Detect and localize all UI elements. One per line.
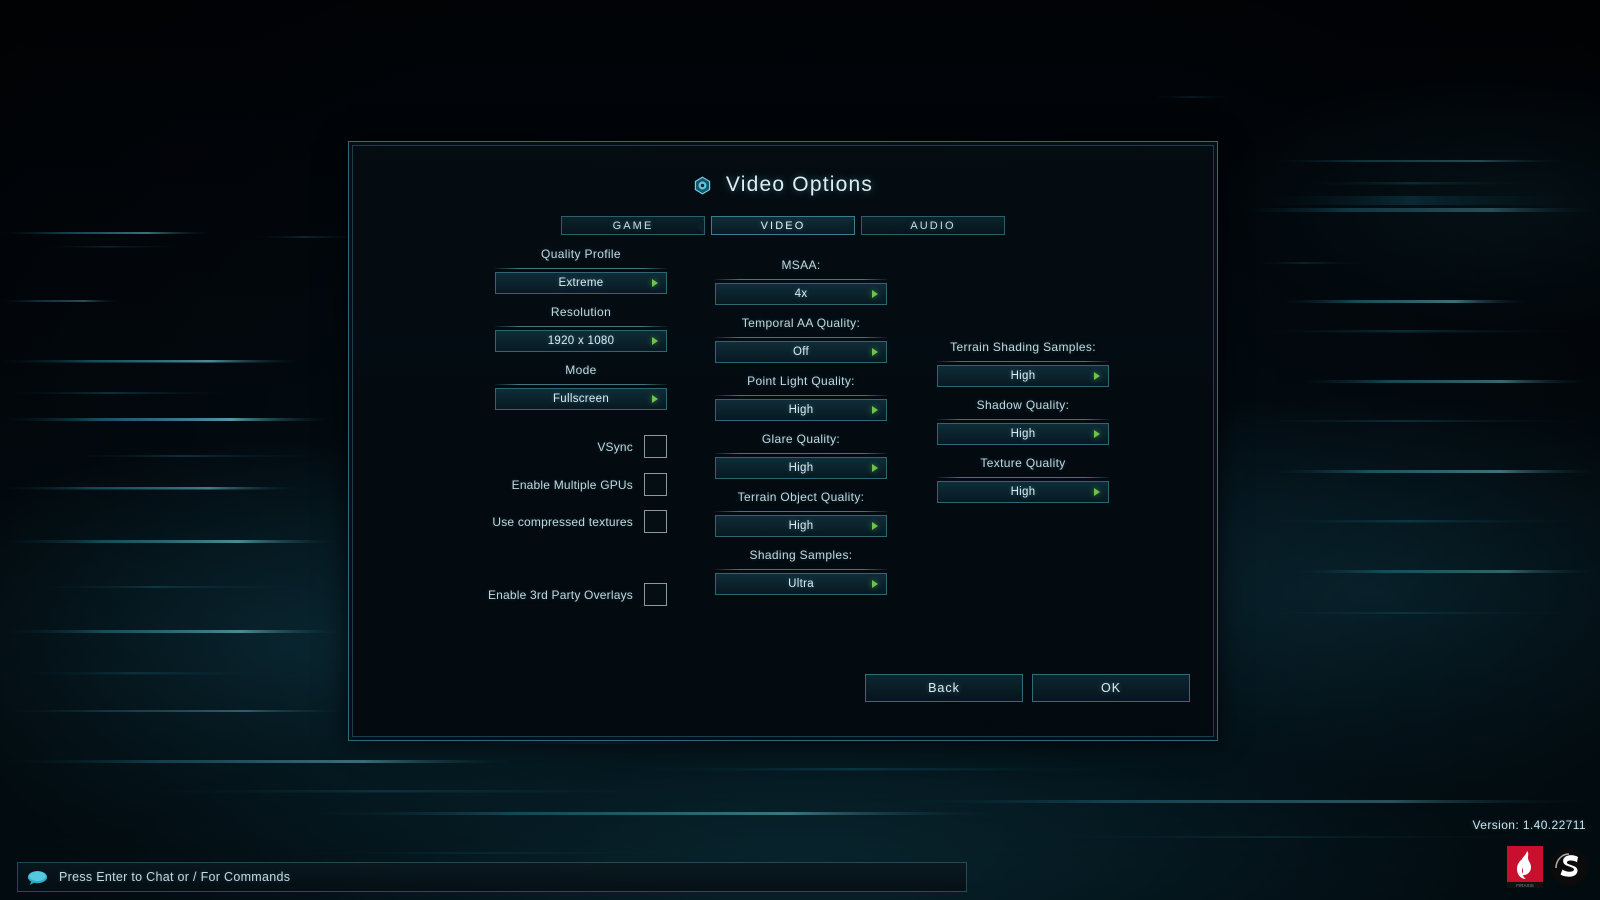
version-text: Version: 1.40.22711	[1472, 818, 1586, 832]
divider	[937, 419, 1109, 420]
texture-quality-label: Texture Quality	[980, 456, 1066, 470]
vsync-row: VSync	[495, 435, 667, 458]
tab-audio[interactable]: AUDIO	[861, 216, 1005, 235]
tab-game-label: GAME	[612, 219, 654, 232]
mode-dropdown[interactable]: Fullscreen	[495, 388, 667, 410]
dialog-footer: Back OK	[865, 674, 1190, 702]
multi-gpu-checkbox[interactable]	[644, 473, 667, 496]
multi-gpu-row: Enable Multiple GPUs	[495, 473, 667, 496]
right-settings-column: Terrain Shading Samples: High Shadow Qua…	[937, 340, 1109, 514]
divider	[715, 569, 887, 570]
chevron-right-icon	[872, 580, 878, 588]
resolution-value: 1920 x 1080	[547, 335, 615, 347]
stardock-s-logo	[1550, 848, 1588, 886]
msaa-label: MSAA:	[781, 258, 821, 272]
quality-profile-label: Quality Profile	[541, 247, 621, 261]
chevron-right-icon	[652, 279, 658, 287]
mode-label: Mode	[565, 363, 597, 377]
shadow-quality-dropdown[interactable]: High	[937, 423, 1109, 445]
ok-button-label: OK	[1100, 681, 1122, 695]
chevron-right-icon	[872, 290, 878, 298]
quality-profile-dropdown[interactable]: Extreme	[495, 272, 667, 294]
divider	[495, 384, 667, 385]
resolution-label: Resolution	[550, 305, 612, 319]
divider	[495, 326, 667, 327]
resolution-dropdown[interactable]: 1920 x 1080	[495, 330, 667, 352]
chevron-right-icon	[1094, 488, 1100, 496]
terrain-shading-samples-value: High	[1010, 370, 1036, 382]
tab-game[interactable]: GAME	[561, 216, 705, 235]
options-tab-bar: GAME VIDEO AUDIO	[349, 216, 1217, 235]
back-button-label: Back	[928, 681, 960, 695]
shadow-quality-value: High	[1010, 428, 1036, 440]
glare-quality-value: High	[788, 462, 814, 474]
video-options-dialog: Video Options GAME VIDEO AUDIO Quality P…	[348, 141, 1218, 741]
point-light-quality-value: High	[788, 404, 814, 416]
texture-quality-dropdown[interactable]: High	[937, 481, 1109, 503]
compressed-textures-label: Use compressed textures	[492, 514, 633, 529]
mode-value: Fullscreen	[552, 393, 610, 405]
texture-quality-value: High	[1010, 486, 1036, 498]
vsync-checkbox[interactable]	[644, 435, 667, 458]
msaa-dropdown[interactable]: 4x	[715, 283, 887, 305]
chevron-right-icon	[1094, 430, 1100, 438]
chevron-right-icon	[872, 464, 878, 472]
shadow-quality-label: Shadow Quality:	[976, 398, 1070, 412]
dialog-title-row: Video Options	[349, 173, 1217, 197]
ok-button[interactable]: OK	[1032, 674, 1190, 702]
back-button[interactable]: Back	[865, 674, 1023, 702]
logo-row: FIRAXIS	[1507, 846, 1588, 888]
chat-input-bar[interactable]: Press Enter to Chat or / For Commands	[17, 862, 967, 892]
glare-quality-dropdown[interactable]: High	[715, 457, 887, 479]
chat-placeholder-text: Press Enter to Chat or / For Commands	[59, 870, 291, 884]
point-light-quality-dropdown[interactable]: High	[715, 399, 887, 421]
point-light-quality-label: Point Light Quality:	[747, 374, 855, 388]
divider	[937, 477, 1109, 478]
vsync-label: VSync	[597, 439, 633, 454]
page-title: Video Options	[725, 173, 874, 196]
svg-text:FIRAXIS: FIRAXIS	[1516, 883, 1534, 888]
shading-samples-label: Shading Samples:	[749, 548, 853, 562]
chevron-right-icon	[872, 348, 878, 356]
temporal-aa-quality-dropdown[interactable]: Off	[715, 341, 887, 363]
terrain-object-quality-label: Terrain Object Quality:	[737, 490, 865, 504]
terrain-object-quality-value: High	[788, 520, 814, 532]
shading-samples-value: Ultra	[788, 578, 814, 590]
temporal-aa-quality-label: Temporal AA Quality:	[741, 316, 861, 330]
middle-settings-column: MSAA: 4x Temporal AA Quality: Off Point …	[715, 258, 887, 606]
hex-emblem-icon	[694, 176, 711, 194]
divider	[495, 268, 667, 269]
chevron-right-icon	[652, 337, 658, 345]
chevron-right-icon	[872, 522, 878, 530]
divider	[715, 395, 887, 396]
terrain-shading-samples-label: Terrain Shading Samples:	[950, 340, 1096, 354]
divider	[715, 453, 887, 454]
tab-video-label: VIDEO	[760, 219, 806, 232]
chevron-right-icon	[1094, 372, 1100, 380]
terrain-shading-samples-dropdown[interactable]: High	[937, 365, 1109, 387]
quality-profile-value: Extreme	[558, 277, 604, 289]
multi-gpu-label: Enable Multiple GPUs	[511, 477, 633, 492]
temporal-aa-quality-value: Off	[792, 346, 810, 358]
terrain-object-quality-dropdown[interactable]: High	[715, 515, 887, 537]
divider	[715, 337, 887, 338]
speech-bubble-icon	[27, 870, 48, 885]
msaa-value: 4x	[794, 288, 808, 300]
divider	[715, 511, 887, 512]
glare-quality-label: Glare Quality:	[761, 432, 841, 446]
compressed-textures-checkbox[interactable]	[644, 510, 667, 533]
third-party-overlays-row: Enable 3rd Party Overlays	[488, 583, 667, 606]
chevron-right-icon	[652, 395, 658, 403]
divider	[937, 361, 1109, 362]
tab-video[interactable]: VIDEO	[711, 216, 855, 235]
third-party-overlays-label: Enable 3rd Party Overlays	[487, 587, 633, 602]
compressed-textures-row: Use compressed textures	[492, 510, 667, 533]
chevron-right-icon	[872, 406, 878, 414]
third-party-overlays-checkbox[interactable]	[644, 583, 667, 606]
left-settings-column: Quality Profile Extreme Resolution 1920 …	[488, 247, 667, 606]
tab-audio-label: AUDIO	[910, 219, 956, 232]
divider	[715, 279, 887, 280]
firaxis-flame-logo: FIRAXIS	[1507, 846, 1543, 888]
shading-samples-dropdown[interactable]: Ultra	[715, 573, 887, 595]
